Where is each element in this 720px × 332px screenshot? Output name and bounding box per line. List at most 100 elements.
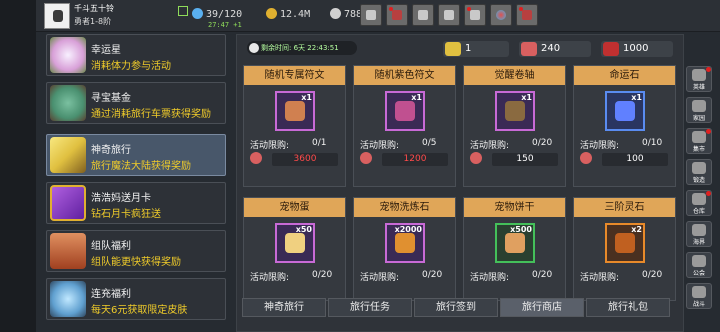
item-icon <box>395 233 415 253</box>
limit-value: 0/20 <box>642 270 663 280</box>
settings-button[interactable] <box>438 4 460 26</box>
item-limit: 活动限购: 0/20 <box>360 270 442 283</box>
pouch-icon <box>360 152 372 164</box>
game-screen: 千斗五十铃 勇者1-8阶 39/120 27:47 +1 12.4M 78871… <box>0 0 720 332</box>
activity-monthly-card[interactable]: 浩浩妈送月卡 钻石月卡疯狂送 <box>46 182 226 224</box>
stamina-value: 39/120 <box>206 9 243 20</box>
card-icon <box>50 185 86 221</box>
nav-anvil[interactable]: 锻造 <box>686 159 712 185</box>
activity-desc: 每天6元获取限定皮肤 <box>91 305 188 316</box>
nav-battle[interactable]: 战斗 <box>686 283 712 309</box>
tab-magic-travel[interactable]: 神奇旅行 <box>242 298 326 317</box>
ticket-icon <box>50 137 86 173</box>
shop-item-card[interactable]: 命运石 x1 活动限购: 0/10 100 <box>573 65 676 187</box>
item-quantity: x1 <box>521 93 532 102</box>
gold-value: 12.4M <box>280 9 311 20</box>
item-slot[interactable]: x1 <box>275 91 315 131</box>
limit-value: 0/20 <box>532 270 553 280</box>
home-icon <box>692 100 706 112</box>
price-value: 100 <box>602 153 668 166</box>
item-limit: 活动限购: 0/10 <box>580 138 662 151</box>
shop-item-card[interactable]: 随机紫色符文 x1 活动限购: 0/5 1200 <box>353 65 456 187</box>
activity-recharge-bonus[interactable]: 连充福利 每天6元获取限定皮肤 <box>46 278 226 320</box>
item-limit: 活动限购: 0/20 <box>580 270 662 283</box>
item-price[interactable]: 150 <box>470 152 560 166</box>
market-icon <box>692 131 706 143</box>
event-button[interactable] <box>516 4 538 26</box>
activity-desc: 消耗体力参与活动 <box>91 61 171 72</box>
left-edge-strip <box>0 0 36 332</box>
stamina-stat: 39/120 <box>192 8 242 20</box>
shop-item-card[interactable]: 觉醒卷轴 x1 活动限购: 0/20 150 <box>463 65 566 187</box>
battle-icon <box>692 286 706 298</box>
notification-dot <box>706 129 711 134</box>
price-value: 1200 <box>382 153 448 166</box>
item-slot[interactable]: x500 <box>495 223 535 263</box>
item-title: 觉醒卷轴 <box>464 66 565 85</box>
activity-lucky-star[interactable]: 幸运星 消耗体力参与活动 <box>46 34 226 76</box>
activity-desc: 通过消耗旅行车票获得奖励 <box>91 109 211 120</box>
shop-item-card[interactable]: 宠物洗炼石 x2000 活动限购: 0/20 <box>353 197 456 301</box>
travel-shop-panel: 剩余时间: 6天 22:43:51 1 240 1000 随机专属符文 x1 活动限… <box>236 34 684 332</box>
nav-warehouse[interactable]: 仓库 <box>686 190 712 216</box>
currency-value: 240 <box>541 43 561 54</box>
item-slot[interactable]: x1 <box>605 91 645 131</box>
limit-label: 活动限购: <box>250 141 290 151</box>
calendar-button[interactable] <box>464 4 486 26</box>
item-title: 随机专属符文 <box>244 66 345 85</box>
item-quantity: x2 <box>631 225 642 234</box>
clock-icon <box>249 43 259 53</box>
nav-label: 锻造 <box>692 177 705 184</box>
item-icon <box>505 101 525 121</box>
pouch-icon <box>250 152 262 164</box>
gamepad-button[interactable] <box>412 4 434 26</box>
nav-guild[interactable]: 公会 <box>686 252 712 278</box>
shop-item-card[interactable]: 宠物蛋 x50 活动限购: 0/20 <box>243 197 346 301</box>
shop-item-card[interactable]: 宠物饼干 x500 活动限购: 0/20 <box>463 197 566 301</box>
activity-title: 浩浩妈送月卡 <box>91 193 151 204</box>
activity-treasure-fund[interactable]: 寻宝基金 通过消耗旅行车票获得奖励 <box>46 82 226 124</box>
item-slot[interactable]: x1 <box>385 91 425 131</box>
pouch-icon <box>521 42 537 56</box>
shop-item-card[interactable]: 三阶灵石 x2 活动限购: 0/20 <box>573 197 676 301</box>
tab-travel-gifts[interactable]: 旅行礼包 <box>586 298 670 317</box>
player-rank: 勇者1-8阶 <box>74 17 112 26</box>
item-slot[interactable]: x1 <box>495 91 535 131</box>
shop-item-card[interactable]: 随机专属符文 x1 活动限购: 0/1 3600 <box>243 65 346 187</box>
wheel-button[interactable] <box>490 4 512 26</box>
currency-pouch: 240 <box>519 41 591 57</box>
item-title: 三阶灵石 <box>574 198 675 217</box>
red-bag-icon <box>603 42 619 56</box>
item-price[interactable]: 3600 <box>250 152 340 166</box>
nav-market[interactable]: 集市 <box>686 128 712 154</box>
shop-cart-button[interactable] <box>360 4 382 26</box>
limit-label: 活动限购: <box>470 141 510 151</box>
edit-icon[interactable] <box>178 6 188 16</box>
nav-sea[interactable]: 海界 <box>686 221 712 247</box>
activity-team-bonus[interactable]: 组队福利 组队能更快获得奖励 <box>46 230 226 272</box>
limit-value: 0/20 <box>312 270 333 280</box>
item-icon <box>615 101 635 121</box>
gift-button[interactable] <box>386 4 408 26</box>
tab-travel-signin[interactable]: 旅行签到 <box>414 298 498 317</box>
limit-label: 活动限购: <box>580 141 620 151</box>
item-slot[interactable]: x50 <box>275 223 315 263</box>
avatar[interactable] <box>44 3 70 29</box>
warehouse-icon <box>692 193 706 205</box>
activity-title: 神奇旅行 <box>91 145 131 156</box>
item-slot[interactable]: x2000 <box>385 223 425 263</box>
tab-travel-tasks[interactable]: 旅行任务 <box>328 298 412 317</box>
currency-red-bag: 1000 <box>601 41 673 57</box>
nav-home[interactable]: 家园 <box>686 97 712 123</box>
item-price[interactable]: 1200 <box>360 152 450 166</box>
item-icon <box>285 233 305 253</box>
tab-travel-shop[interactable]: 旅行商店 <box>500 298 584 317</box>
activity-magic-travel[interactable]: 神奇旅行 旅行魔法大陆获得奖励 <box>46 134 226 176</box>
item-slot[interactable]: x2 <box>605 223 645 263</box>
notification-dot <box>706 191 711 196</box>
gold-stat: 12.4M <box>266 8 310 20</box>
nav-hero[interactable]: 英雄 <box>686 66 712 92</box>
item-price[interactable]: 100 <box>580 152 670 166</box>
limit-value: 0/10 <box>642 138 663 148</box>
countdown-timer: 剩余时间: 6天 22:43:51 <box>247 41 357 55</box>
